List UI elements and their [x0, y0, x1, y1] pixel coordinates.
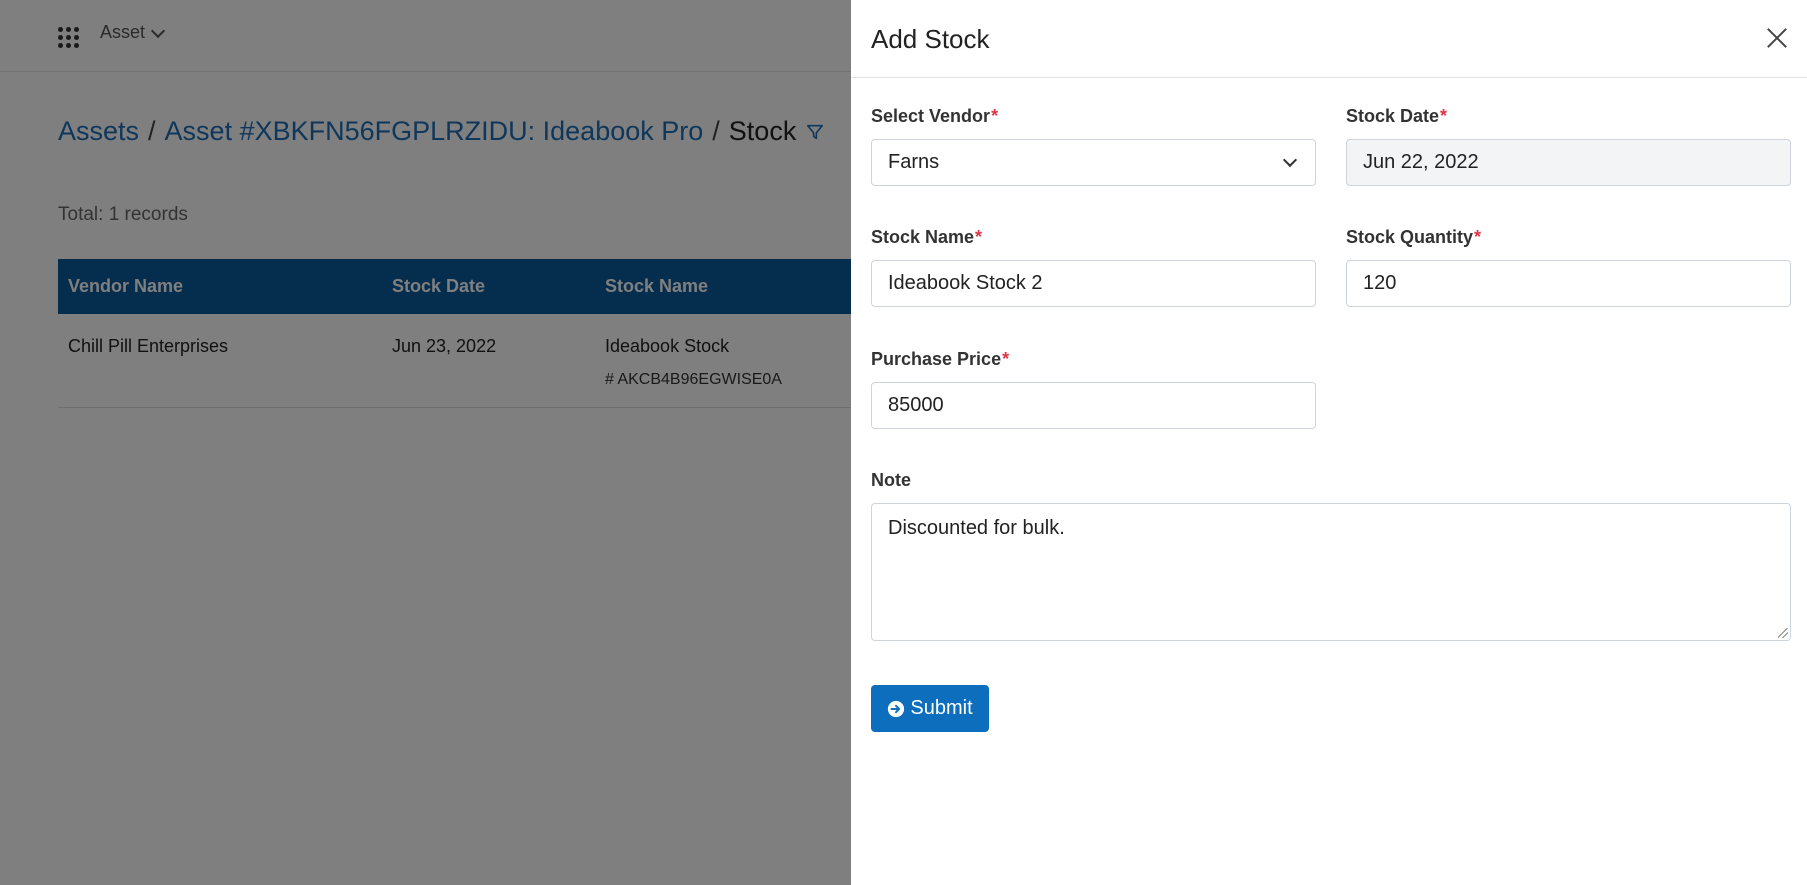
stock-quantity-value: 120 — [1363, 272, 1397, 294]
field-stock-date: Stock Date* Jun 22, 2022 — [1346, 106, 1791, 186]
stock-date-value: Jun 22, 2022 — [1363, 151, 1479, 173]
stock-quantity-input[interactable]: 120 — [1346, 260, 1791, 307]
page: Asset Assets / Asset #XBKFN56FGPLRZIDU: … — [0, 0, 1807, 885]
stock-name-input[interactable]: Ideabook Stock 2 — [871, 260, 1316, 307]
add-stock-drawer: Add Stock Select Vendor* Farns Stock Dat… — [851, 0, 1807, 885]
stock-name-label: Stock Name* — [871, 227, 983, 247]
stock-date-label: Stock Date* — [1346, 106, 1448, 126]
drawer-header: Add Stock — [851, 0, 1807, 78]
field-purchase-price: Purchase Price* 85000 — [871, 349, 1316, 429]
submit-button[interactable]: Submit — [871, 685, 989, 732]
vendor-label: Select Vendor* — [871, 106, 999, 126]
chevron-down-icon — [1282, 152, 1298, 168]
arrow-circle-right-icon — [888, 700, 905, 717]
field-vendor: Select Vendor* Farns — [871, 106, 1316, 186]
field-note: Note Discounted for bulk. — [871, 470, 1791, 641]
purchase-price-input[interactable]: 85000 — [871, 382, 1316, 429]
purchase-price-value: 85000 — [888, 394, 944, 416]
field-stock-name: Stock Name* Ideabook Stock 2 — [871, 227, 1316, 307]
note-label: Note — [871, 470, 911, 490]
vendor-select-value: Farns — [888, 151, 940, 173]
stock-quantity-label: Stock Quantity* — [1346, 227, 1482, 247]
close-icon[interactable] — [1765, 26, 1789, 50]
drawer-title: Add Stock — [871, 24, 990, 54]
field-stock-quantity: Stock Quantity* 120 — [1346, 227, 1791, 307]
submit-label: Submit — [910, 697, 973, 719]
stock-date-input[interactable]: Jun 22, 2022 — [1346, 139, 1791, 186]
note-textarea[interactable]: Discounted for bulk. — [871, 503, 1791, 641]
resize-grip-icon[interactable] — [1778, 628, 1788, 638]
note-value: Discounted for bulk. — [888, 517, 1065, 539]
vendor-select[interactable]: Farns — [871, 139, 1316, 186]
stock-name-value: Ideabook Stock 2 — [888, 272, 1043, 294]
purchase-price-label: Purchase Price* — [871, 349, 1010, 369]
